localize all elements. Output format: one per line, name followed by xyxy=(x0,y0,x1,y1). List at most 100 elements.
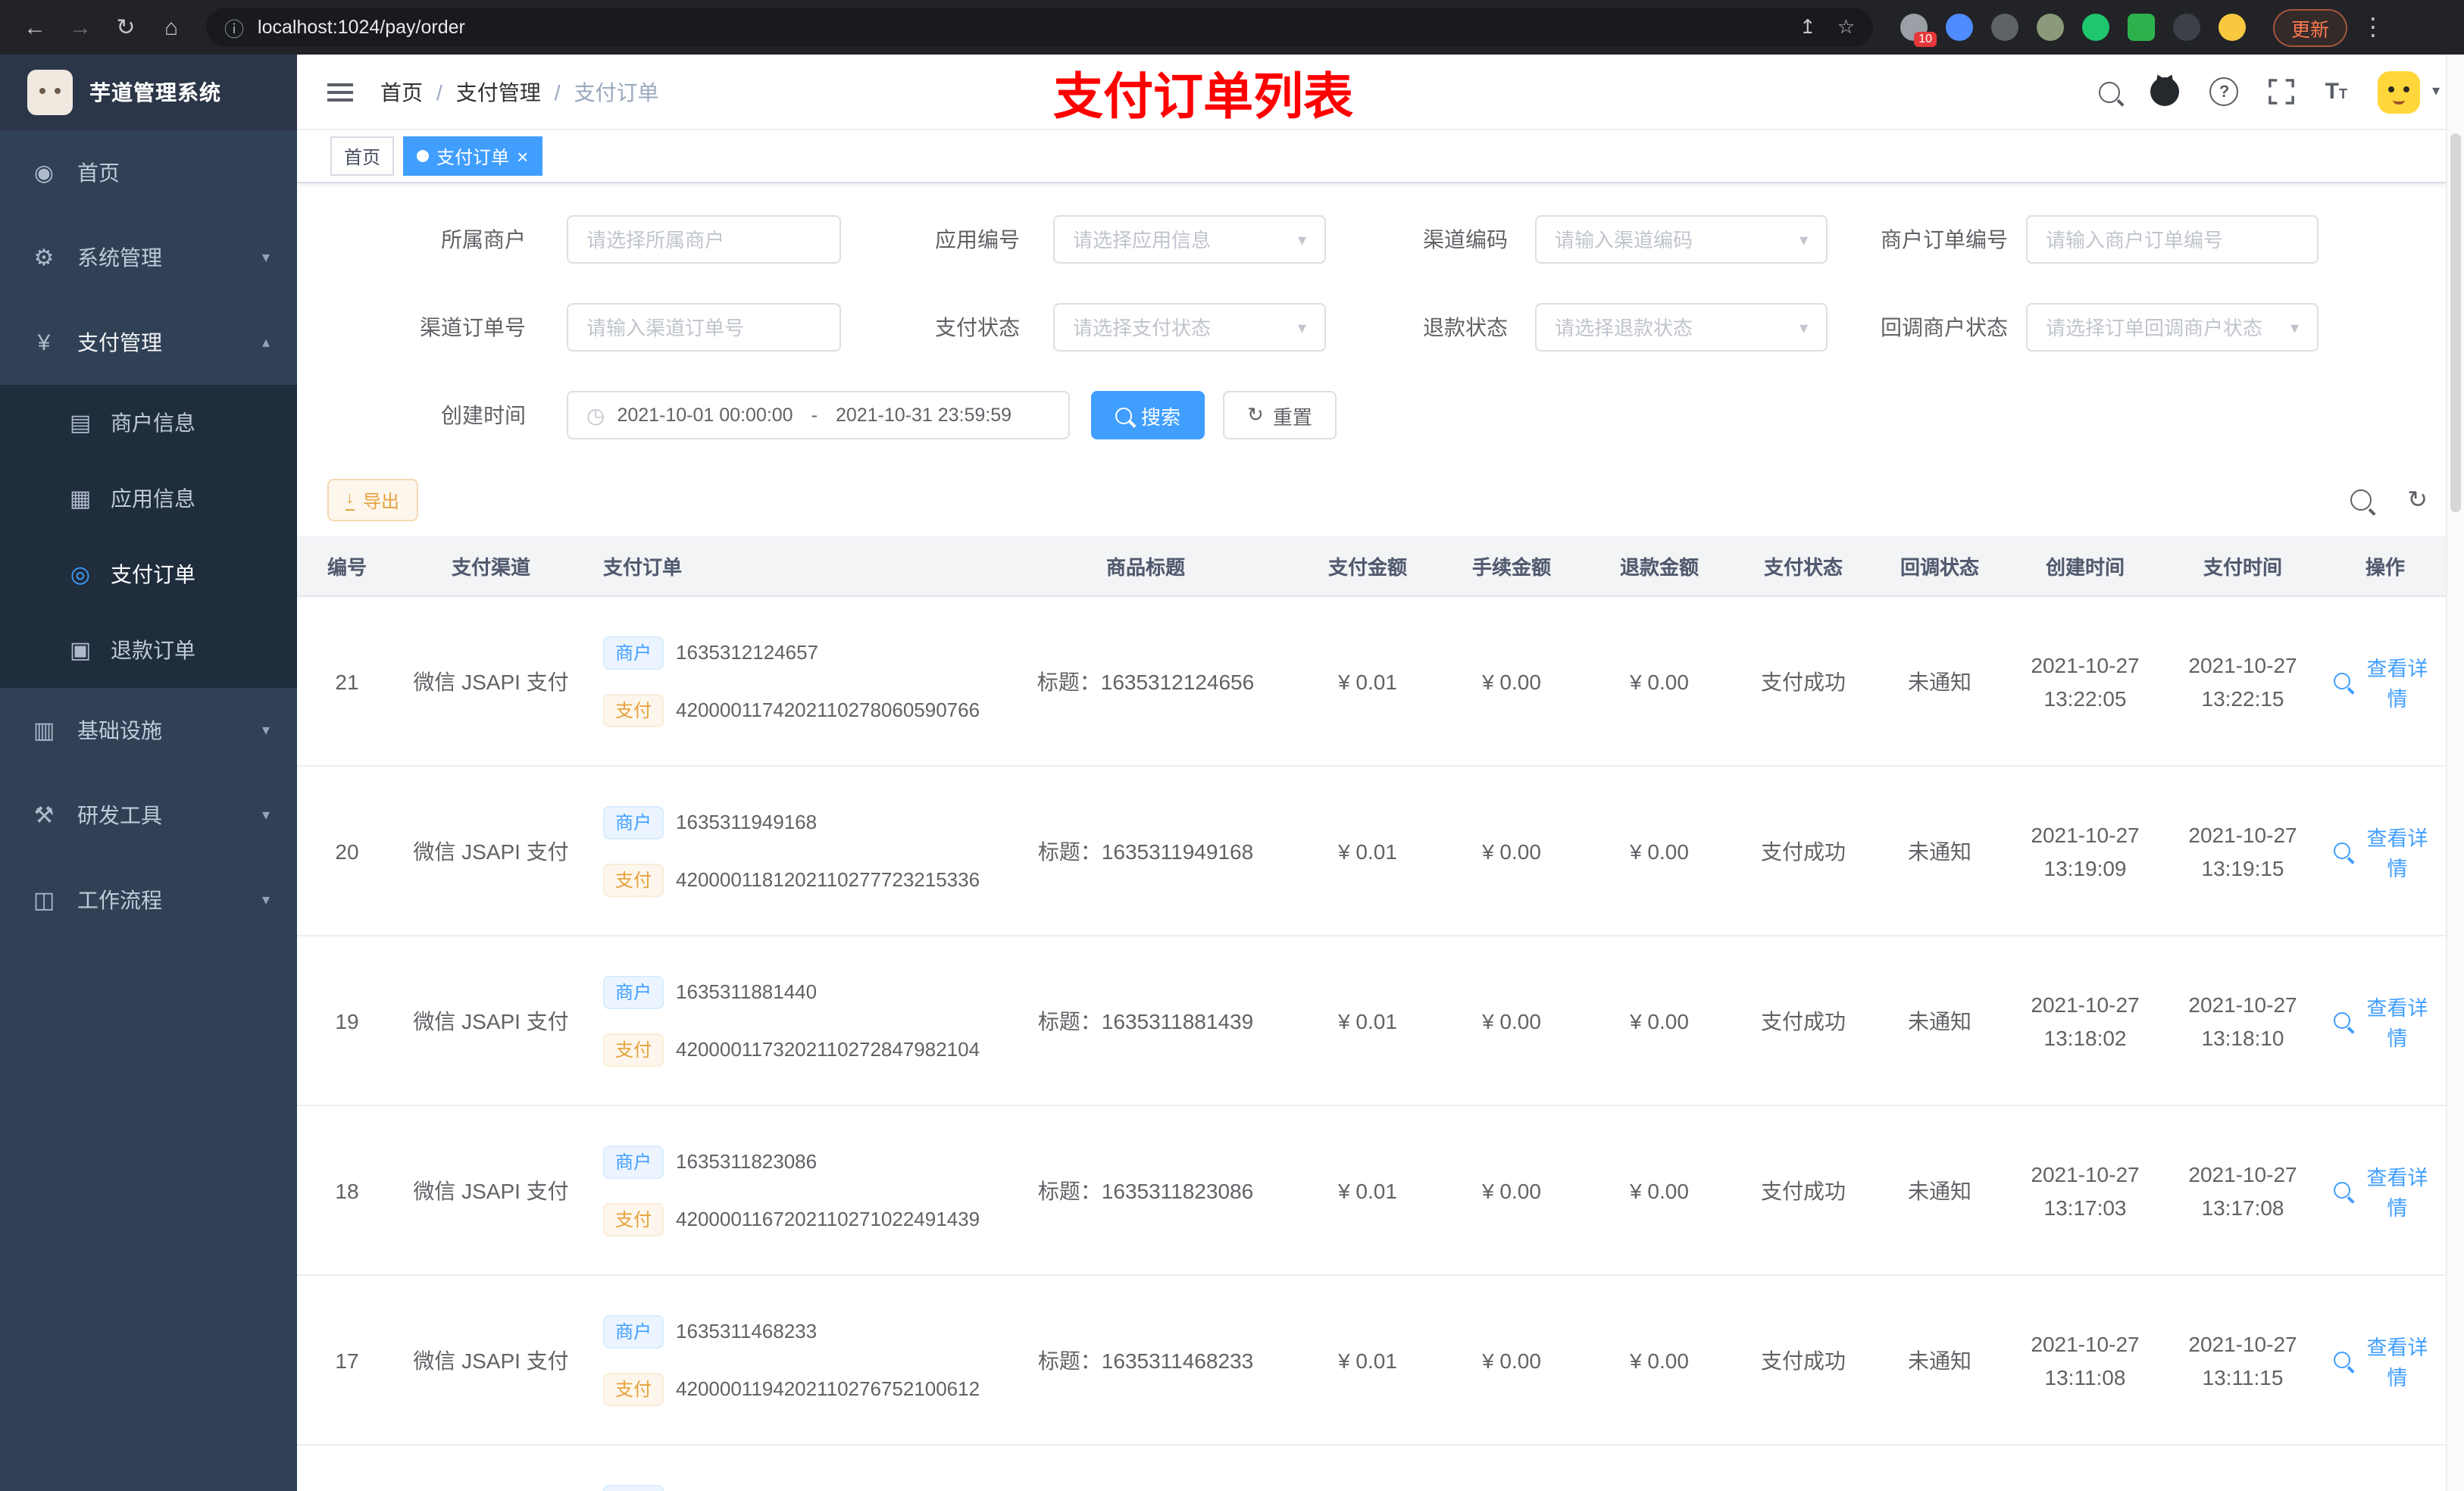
gray-extension-icon[interactable] xyxy=(1991,14,2018,41)
filter-input[interactable] xyxy=(2046,228,2299,251)
reload-icon[interactable] xyxy=(106,8,145,47)
tab-home[interactable]: 首页 xyxy=(330,136,395,176)
blue-drop-extension-icon[interactable] xyxy=(1946,14,1973,41)
cell-pay-channel: 微信 JSAPI 支付 xyxy=(413,1348,569,1372)
filter-field[interactable] xyxy=(2026,303,2319,352)
date-line: 2021-10-27 xyxy=(2188,1161,2297,1186)
sidebar-item-system[interactable]: ⚙ 系统管理 xyxy=(0,215,297,300)
workflow-icon: ◫ xyxy=(33,888,55,914)
filter-field[interactable] xyxy=(1535,215,1828,264)
sidebar-item-home[interactable]: ◉ 首页 xyxy=(0,130,297,215)
merchant-tag: 商户 xyxy=(603,805,664,839)
date-range-input[interactable]: 2021-10-01 00:00:00 - 2021-10-31 23:59:5… xyxy=(567,391,1070,439)
sidebar-item-merchant-info[interactable]: ▤ 商户信息 xyxy=(0,385,297,461)
sidebar-item-workflow[interactable]: ◫ 工作流程 xyxy=(0,858,297,942)
filter-field[interactable] xyxy=(2026,215,2319,264)
filter-field[interactable] xyxy=(1053,303,1326,352)
filter-label: 支付状态 xyxy=(935,315,1020,339)
filter-field[interactable] xyxy=(567,303,841,352)
date-line: 2021-10-27 xyxy=(2031,1161,2140,1186)
filter-input[interactable] xyxy=(1073,228,1289,251)
puzzle-extension-icon[interactable]: 10 xyxy=(1900,14,1937,47)
share-icon[interactable] xyxy=(1800,15,1816,39)
date-line: 2021-10-27 xyxy=(2188,992,2297,1016)
github-icon[interactable] xyxy=(2150,77,2180,106)
forward-icon[interactable] xyxy=(61,8,100,47)
cell-pay-status: 支付成功 xyxy=(1761,1178,1846,1202)
tab-pay-order[interactable]: 支付订单 xyxy=(403,136,543,176)
search-button[interactable]: 搜索 xyxy=(1091,391,1205,439)
chevron-down-icon[interactable] xyxy=(2432,83,2440,100)
scrollbar[interactable] xyxy=(2446,55,2464,1491)
cell-product-title: 标题：1635311468233 xyxy=(1037,1348,1254,1372)
dark-extension-icon[interactable] xyxy=(2173,14,2200,41)
yellow-face-extension-icon[interactable] xyxy=(2219,14,2246,41)
sidebar-item-pay-order[interactable]: ◎ 支付订单 xyxy=(0,536,297,612)
export-button[interactable]: 导出 xyxy=(327,479,418,521)
fullscreen-icon[interactable] xyxy=(2269,79,2295,105)
olive-extension-icon[interactable] xyxy=(2037,14,2064,41)
filter-input[interactable] xyxy=(1555,228,1790,251)
sidebar-item-app-info[interactable]: ▦ 应用信息 xyxy=(0,461,297,536)
sidebar-item-dev-tools[interactable]: ⚒ 研发工具 xyxy=(0,773,297,858)
filter-input[interactable] xyxy=(2046,316,2281,339)
breadcrumb-separator: / xyxy=(554,80,561,104)
avatar[interactable] xyxy=(2377,70,2420,113)
sidebar-item-refund-order[interactable]: ▣ 退款订单 xyxy=(0,612,297,688)
screen: localhost:1024/pay/order 10 更新 芋道管理系统 ◉ … xyxy=(0,0,2464,1491)
view-detail-link[interactable]: 查看详情 xyxy=(2334,821,2437,881)
cell-refund-amount: ¥ 0.00 xyxy=(1630,1178,1689,1202)
date-start-value[interactable]: 2021-10-01 00:00:00 xyxy=(617,405,793,426)
cell-pay-time: 2021-10-27 13:11:15 xyxy=(2164,1327,2322,1393)
reset-button[interactable]: 重置 xyxy=(1223,391,1337,439)
view-detail-link[interactable]: 查看详情 xyxy=(2334,1160,2437,1221)
refresh-table-icon[interactable] xyxy=(2407,485,2428,515)
filter-field[interactable] xyxy=(567,215,841,264)
green-check-extension-icon[interactable] xyxy=(2082,14,2109,41)
font-size-icon[interactable] xyxy=(2325,78,2347,105)
view-detail-link[interactable]: 查看详情 xyxy=(2334,990,2437,1051)
home-icon[interactable] xyxy=(152,8,191,47)
filter-input[interactable] xyxy=(586,228,821,251)
site-info-icon[interactable] xyxy=(224,13,244,42)
breadcrumb-pay-mgmt[interactable]: 支付管理 xyxy=(456,77,541,107)
green-chat-extension-icon[interactable] xyxy=(2128,14,2155,41)
hamburger-icon[interactable] xyxy=(327,83,353,101)
column-header: 商品标题 xyxy=(1105,556,1185,579)
search-icon[interactable] xyxy=(2099,81,2121,102)
sidebar-item-payment[interactable]: ¥ 支付管理 xyxy=(0,300,297,385)
filter-field[interactable] xyxy=(1535,303,1828,352)
cell-id: 20 xyxy=(335,839,359,863)
filter-input[interactable] xyxy=(586,316,821,339)
view-detail-link[interactable]: 查看详情 xyxy=(2334,1330,2437,1390)
breadcrumb-home[interactable]: 首页 xyxy=(380,77,423,107)
bookmark-star-icon[interactable] xyxy=(1837,15,1855,39)
chevron-down-icon xyxy=(1790,230,1808,249)
time-line: 13:17:08 xyxy=(2201,1195,2284,1219)
date-end-value[interactable]: 2021-10-31 23:59:59 xyxy=(836,405,1012,426)
table-row: 18 微信 JSAPI 支付 商户 1635311823086 支付 42000… xyxy=(297,1106,2464,1276)
browser-menu-icon[interactable] xyxy=(2353,8,2393,47)
search-toggle-icon[interactable] xyxy=(2350,489,2372,511)
merchant-order-no: 1635311881440 xyxy=(676,980,818,1003)
url-text[interactable]: localhost:1024/pay/order xyxy=(258,17,465,38)
cell-product-title: 标题：1635311823086 xyxy=(1037,1178,1254,1202)
sidebar-item-infra[interactable]: ▥ 基础设施 xyxy=(0,688,297,773)
date-line: 2021-10-27 xyxy=(2188,652,2297,677)
merchant-order-line: 商户 1635311823086 xyxy=(603,1145,982,1178)
cell-notify-status: 未通知 xyxy=(1908,839,1972,863)
time-line: 13:19:15 xyxy=(2201,855,2284,880)
address-bar[interactable]: localhost:1024/pay/order xyxy=(206,8,1873,47)
back-icon[interactable] xyxy=(15,8,55,47)
close-icon[interactable] xyxy=(517,145,528,167)
filter-input[interactable] xyxy=(1073,316,1289,339)
filter-form: 所属商户 应用编号 渠道编码 商户订单编号 渠道订单号 xyxy=(297,183,2464,439)
view-detail-link[interactable]: 查看详情 xyxy=(2334,651,2437,711)
help-icon[interactable]: ? xyxy=(2209,77,2239,106)
orders-table: 编号 支付渠道 支付订单 商品标题 支付金额 手续金额 退款金额 支付状态 回调状态 创建时间 支付… xyxy=(297,536,2464,1491)
update-button[interactable]: 更新 xyxy=(2273,8,2348,46)
filter-field[interactable] xyxy=(1053,215,1326,264)
scrollbar-thumb[interactable] xyxy=(2450,133,2461,512)
cell-id: 17 xyxy=(335,1348,359,1372)
filter-input[interactable] xyxy=(1555,316,1790,339)
